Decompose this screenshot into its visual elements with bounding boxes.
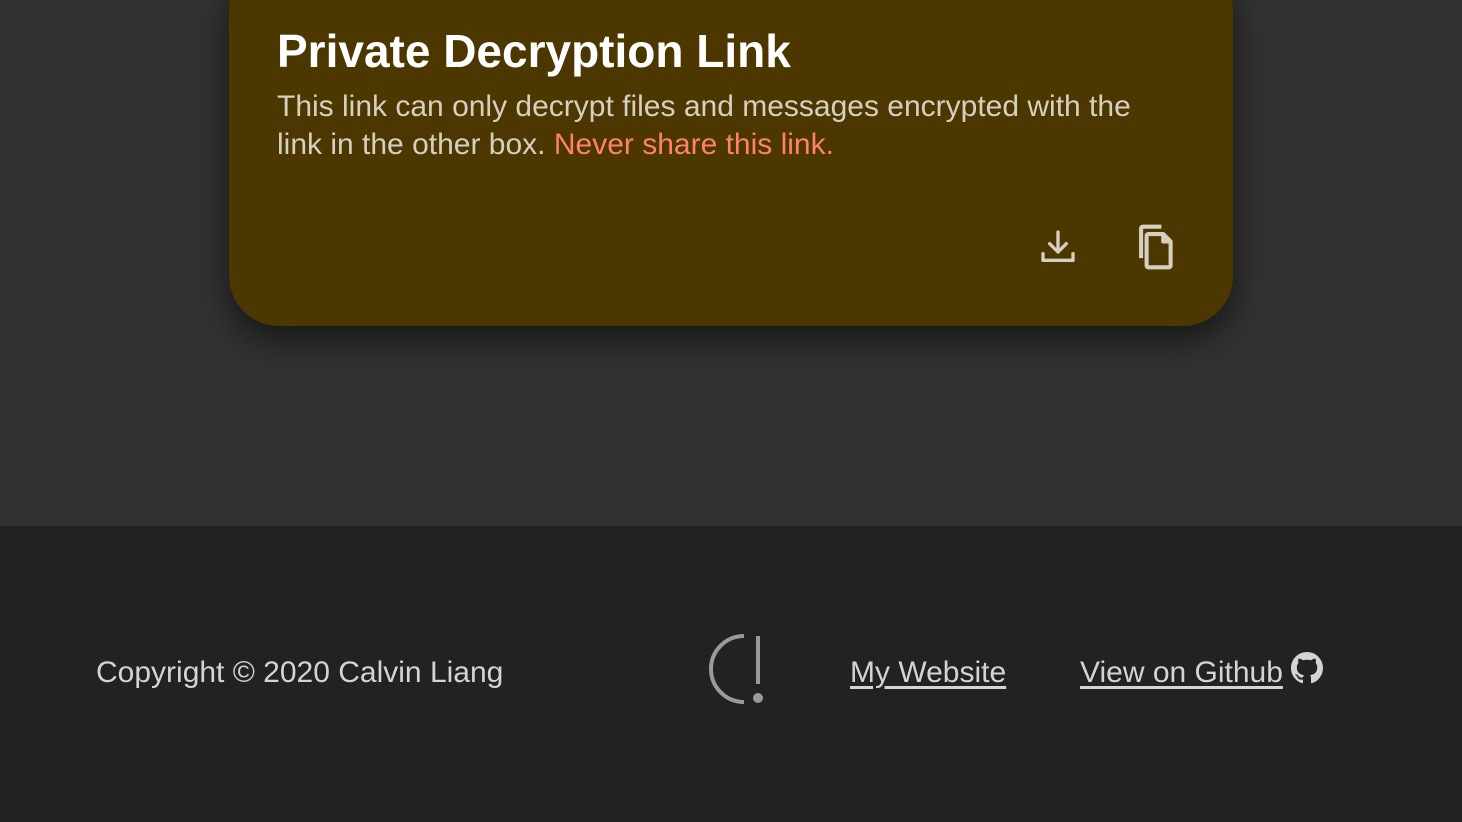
github-icon <box>1290 652 1323 684</box>
download-button[interactable] <box>1035 222 1081 272</box>
main-area: Private Decryption Link This link can on… <box>0 0 1462 526</box>
card-description: This link can only decrypt files and mes… <box>277 88 1157 164</box>
copy-icon <box>1139 224 1173 270</box>
card-title: Private Decryption Link <box>277 25 791 77</box>
c-exclamation-logo <box>709 634 763 704</box>
copyright-text: Copyright © 2020 Calvin Liang <box>96 656 504 689</box>
card-warning-text: Never share this link. <box>553 128 834 161</box>
github-link[interactable]: View on Github <box>1080 652 1323 690</box>
card-actions <box>1035 222 1177 272</box>
my-website-link[interactable]: My Website <box>850 656 1006 690</box>
footer: Copyright © 2020 Calvin Liang My Website… <box>0 526 1462 822</box>
private-link-card: Private Decryption Link This link can on… <box>229 0 1233 326</box>
download-icon <box>1041 230 1075 262</box>
copy-button[interactable] <box>1131 222 1177 272</box>
github-link-label: View on Github <box>1080 656 1283 689</box>
